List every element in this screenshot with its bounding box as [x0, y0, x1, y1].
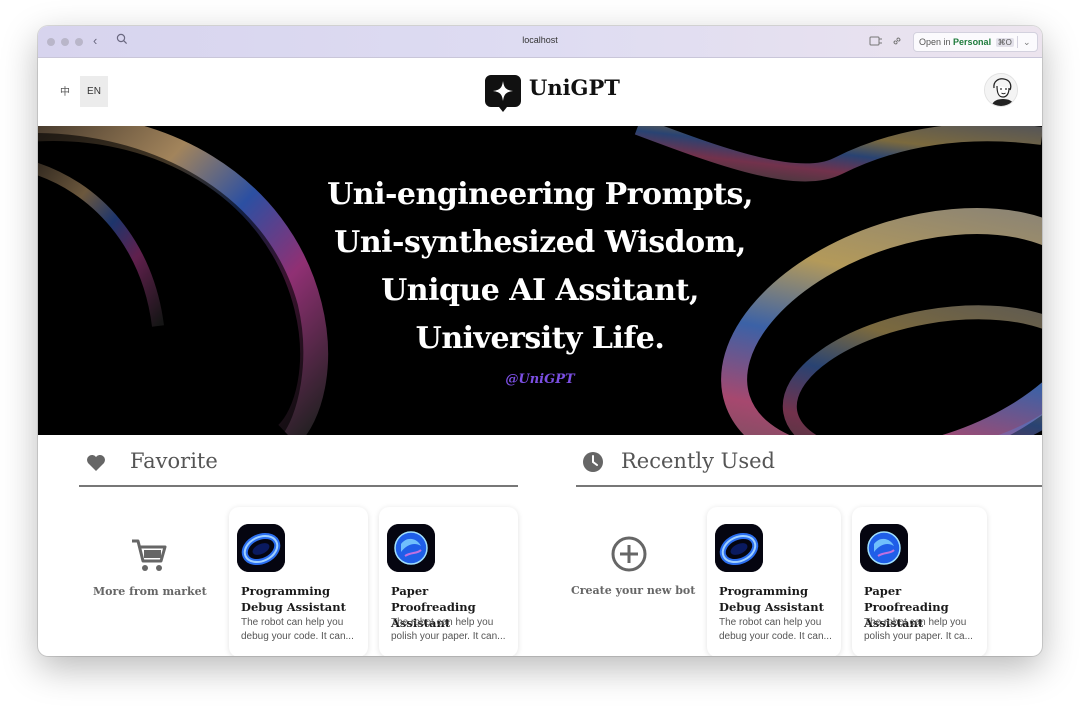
- browser-window: ‹ localhost Open in Personal ⌘O ⌄ 中 EN U…: [38, 26, 1042, 656]
- sparkle-chat-icon: [485, 75, 521, 112]
- favorite-divider: [79, 485, 518, 487]
- hero-line: Uni-synthesized Wisdom,: [334, 225, 746, 260]
- bot-thumbnail: [715, 524, 763, 572]
- bot-thumbnail: [860, 524, 908, 572]
- plus-circle-icon: [611, 536, 647, 572]
- bot-card[interactable]: Paper Proofreading Assistant The robot c…: [379, 507, 518, 656]
- recently-used-title: Recently Used: [621, 449, 775, 473]
- create-bot-button[interactable]: Create your new bot: [571, 535, 696, 597]
- lang-zh-button[interactable]: 中: [60, 83, 70, 98]
- open-in-brand: Personal: [953, 37, 992, 47]
- user-avatar-icon: [985, 74, 1017, 106]
- lang-en-button[interactable]: EN: [80, 76, 108, 107]
- bot-card[interactable]: Programming Debug Assistant The robot ca…: [229, 507, 368, 656]
- shortcut-badge: ⌘O: [995, 38, 1014, 47]
- recently-used-divider: [576, 485, 1042, 487]
- hero-banner: Uni-engineering Prompts, Uni-synthesized…: [38, 126, 1042, 435]
- bot-description: The robot can help you polish your paper…: [391, 617, 506, 642]
- more-from-market-button[interactable]: More from market: [93, 535, 207, 598]
- divider: [1017, 36, 1018, 48]
- open-in-prefix: Open in: [919, 37, 951, 47]
- bot-description: The robot can help you polish your paper…: [864, 617, 973, 642]
- app-header: 中 EN UniGPT: [38, 58, 1042, 126]
- hero-line: Uni-engineering Prompts,: [327, 177, 753, 212]
- hero-line: Unique AI Assitant,: [381, 273, 699, 308]
- bot-title: Programming Debug Assistant: [719, 584, 824, 614]
- hero-line: University Life.: [415, 321, 665, 356]
- hero-headline: Uni-engineering Prompts, Uni-synthesized…: [38, 171, 1042, 363]
- bot-card[interactable]: Programming Debug Assistant The robot ca…: [707, 507, 841, 656]
- link-icon[interactable]: [891, 35, 903, 47]
- bot-card[interactable]: Paper Proofreading Assistant The robot c…: [852, 507, 987, 656]
- browser-toolbar: ‹ localhost Open in Personal ⌘O ⌄: [38, 26, 1042, 58]
- bot-thumbnail: [387, 524, 435, 572]
- bot-title: Programming Debug Assistant: [241, 584, 346, 614]
- app-name: UniGPT: [529, 75, 620, 100]
- open-in-button[interactable]: Open in Personal ⌘O ⌄: [913, 32, 1038, 52]
- hero-tag: @UniGPT: [505, 372, 575, 387]
- clock-icon: [583, 452, 603, 472]
- extension-icon[interactable]: [869, 35, 883, 47]
- bot-description: The robot can help you debug your code. …: [719, 617, 832, 642]
- chevron-down-icon[interactable]: ⌄: [1023, 33, 1031, 51]
- create-bot-label: Create your new bot: [571, 584, 696, 597]
- favorite-title: Favorite: [130, 449, 218, 473]
- heart-icon: [87, 455, 105, 471]
- market-label: More from market: [93, 585, 207, 598]
- cart-icon: [132, 539, 167, 571]
- bot-description: The robot can help you debug your code. …: [241, 617, 354, 642]
- bot-thumbnail: [237, 524, 285, 572]
- avatar[interactable]: [984, 73, 1018, 107]
